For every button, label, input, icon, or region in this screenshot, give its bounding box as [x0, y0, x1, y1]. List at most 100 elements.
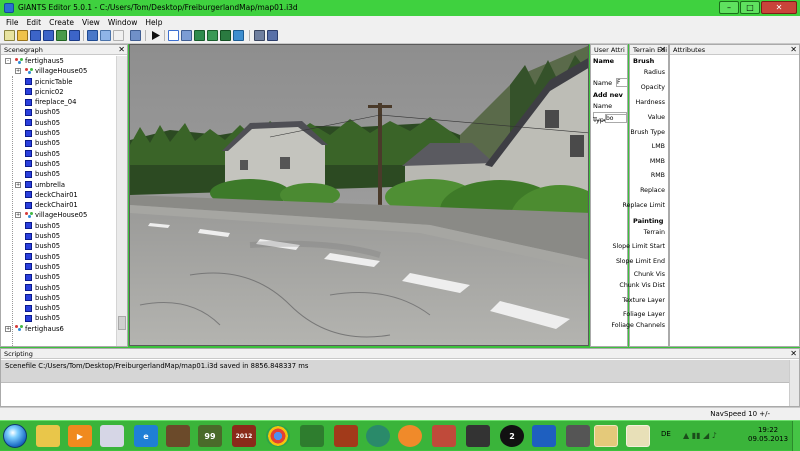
- open-icon[interactable]: [17, 30, 28, 41]
- tree-node[interactable]: bush05: [1, 231, 117, 241]
- tree-node[interactable]: + villageHouse05: [1, 66, 117, 76]
- expand-icon[interactable]: +: [15, 68, 21, 75]
- save-all-icon[interactable]: [43, 30, 54, 41]
- close-icon[interactable]: ✕: [118, 45, 125, 55]
- minimize-button[interactable]: –: [719, 1, 739, 14]
- maximize-button[interactable]: □: [740, 1, 760, 14]
- export-icon[interactable]: [56, 30, 67, 41]
- redo-icon[interactable]: [100, 30, 111, 41]
- tree-node[interactable]: bush05: [1, 169, 117, 179]
- close-icon[interactable]: ✕: [659, 45, 666, 55]
- tray-icons[interactable]: ▲ ▮▮ ◢ ♪: [683, 431, 717, 440]
- internet-explorer-icon[interactable]: e: [134, 425, 158, 447]
- tool-icon[interactable]: [432, 425, 456, 447]
- title-bar[interactable]: GIANTS Editor 5.0.1 - C:/Users/Tom/Deskt…: [0, 0, 800, 16]
- foliage-icon[interactable]: [220, 30, 231, 41]
- tree-node[interactable]: bush05: [1, 149, 117, 159]
- tree-node[interactable]: picnic02: [1, 87, 117, 97]
- scenegraph-tree[interactable]: - fertighaus5 + villageHouse05 picnicTable pi…: [1, 56, 117, 346]
- undo-icon[interactable]: [87, 30, 98, 41]
- farming-simulator-icon[interactable]: 99: [198, 425, 222, 447]
- skype-icon[interactable]: [532, 425, 556, 447]
- tree-node[interactable]: bush05: [1, 107, 117, 117]
- tree-node[interactable]: bush05: [1, 262, 117, 272]
- language-indicator[interactable]: DE: [661, 430, 671, 438]
- giants-editor-icon[interactable]: [626, 425, 650, 447]
- tree-node[interactable]: bush05: [1, 303, 117, 313]
- show-desktop-button[interactable]: [792, 421, 800, 451]
- redo-icon-2[interactable]: [113, 30, 124, 41]
- menu-window[interactable]: Window: [108, 18, 138, 27]
- app2-icon[interactable]: [566, 425, 590, 447]
- new-icon[interactable]: [4, 30, 15, 41]
- close-icon[interactable]: ✕: [790, 349, 797, 359]
- script-scrollbar[interactable]: [789, 360, 799, 406]
- select-icon[interactable]: [168, 30, 179, 41]
- move-icon[interactable]: [181, 30, 192, 41]
- tree-node[interactable]: bush05: [1, 128, 117, 138]
- scripting-panel: Scripting ✕ Scenefile C:/Users/Tom/Deskt…: [0, 348, 800, 407]
- media-player-icon[interactable]: ▶: [68, 425, 92, 447]
- terrain-field-label: Foliage Layer: [622, 311, 665, 318]
- farming-simulator-2012-icon[interactable]: 2012: [232, 425, 256, 447]
- name-input[interactable]: F: [616, 78, 628, 87]
- minecraft-icon[interactable]: [166, 425, 190, 447]
- play-icon[interactable]: [150, 30, 161, 41]
- folder-icon[interactable]: [594, 425, 618, 447]
- close-button[interactable]: ✕: [761, 1, 797, 14]
- tree-node[interactable]: + villageHouse05: [1, 210, 117, 220]
- scrollbar-thumb[interactable]: [118, 316, 126, 330]
- menu-help[interactable]: Help: [145, 18, 162, 27]
- terrain-sculpt-icon[interactable]: [207, 30, 218, 41]
- tree-node[interactable]: fireplace_04: [1, 97, 117, 107]
- import-icon[interactable]: [69, 30, 80, 41]
- chrome-icon[interactable]: [266, 425, 290, 447]
- tree-node[interactable]: bush05: [1, 241, 117, 251]
- tree-node[interactable]: bush05: [1, 283, 117, 293]
- tree-node[interactable]: bush05: [1, 118, 117, 128]
- tree-node[interactable]: bush05: [1, 293, 117, 303]
- expand-icon[interactable]: +: [15, 181, 21, 188]
- expand-icon[interactable]: +: [15, 212, 21, 219]
- tree-node[interactable]: bush05: [1, 313, 117, 323]
- ea-icon[interactable]: 2: [500, 425, 524, 447]
- 3d-viewport[interactable]: [129, 44, 589, 346]
- save-icon[interactable]: [30, 30, 41, 41]
- tractor-icon[interactable]: [300, 425, 324, 447]
- menu-file[interactable]: File: [6, 18, 19, 27]
- type-select[interactable]: bo: [605, 114, 627, 123]
- tree-node[interactable]: + fertighaus6: [1, 324, 117, 334]
- tree-node[interactable]: deckChair01: [1, 190, 117, 200]
- tree-node[interactable]: bush05: [1, 252, 117, 262]
- camera-icon[interactable]: [267, 30, 278, 41]
- app-icon[interactable]: [366, 425, 390, 447]
- tree-node[interactable]: - fertighaus5: [1, 56, 117, 66]
- grass-icon[interactable]: [233, 30, 244, 41]
- tree-node[interactable]: + umbrella: [1, 180, 117, 190]
- game-icon[interactable]: [466, 425, 490, 447]
- fs-mod-icon[interactable]: [334, 425, 358, 447]
- terrain-paint-icon[interactable]: [194, 30, 205, 41]
- expand-icon[interactable]: +: [5, 325, 11, 332]
- explorer-icon[interactable]: [36, 425, 60, 447]
- cube-icon: [25, 232, 32, 240]
- menu-create[interactable]: Create: [49, 18, 74, 27]
- paint-icon[interactable]: [100, 425, 124, 447]
- tree-node[interactable]: deckChair01: [1, 200, 117, 210]
- menu-edit[interactable]: Edit: [27, 18, 42, 27]
- clock[interactable]: 19:22 09.05.2013: [748, 426, 788, 444]
- blender-icon[interactable]: [398, 425, 422, 447]
- start-button[interactable]: [3, 424, 27, 448]
- script-input[interactable]: [1, 382, 791, 406]
- search-icon[interactable]: [130, 30, 141, 41]
- tree-node[interactable]: bush05: [1, 159, 117, 169]
- collapse-icon[interactable]: -: [5, 58, 11, 64]
- tree-node[interactable]: picnicTable: [1, 77, 117, 87]
- menu-view[interactable]: View: [82, 18, 100, 27]
- tree-node[interactable]: bush05: [1, 221, 117, 231]
- snap-icon[interactable]: [254, 30, 265, 41]
- close-icon[interactable]: ✕: [790, 45, 797, 55]
- scenegraph-scrollbar[interactable]: [116, 56, 127, 346]
- tree-node[interactable]: bush05: [1, 272, 117, 282]
- tree-node[interactable]: bush05: [1, 138, 117, 148]
